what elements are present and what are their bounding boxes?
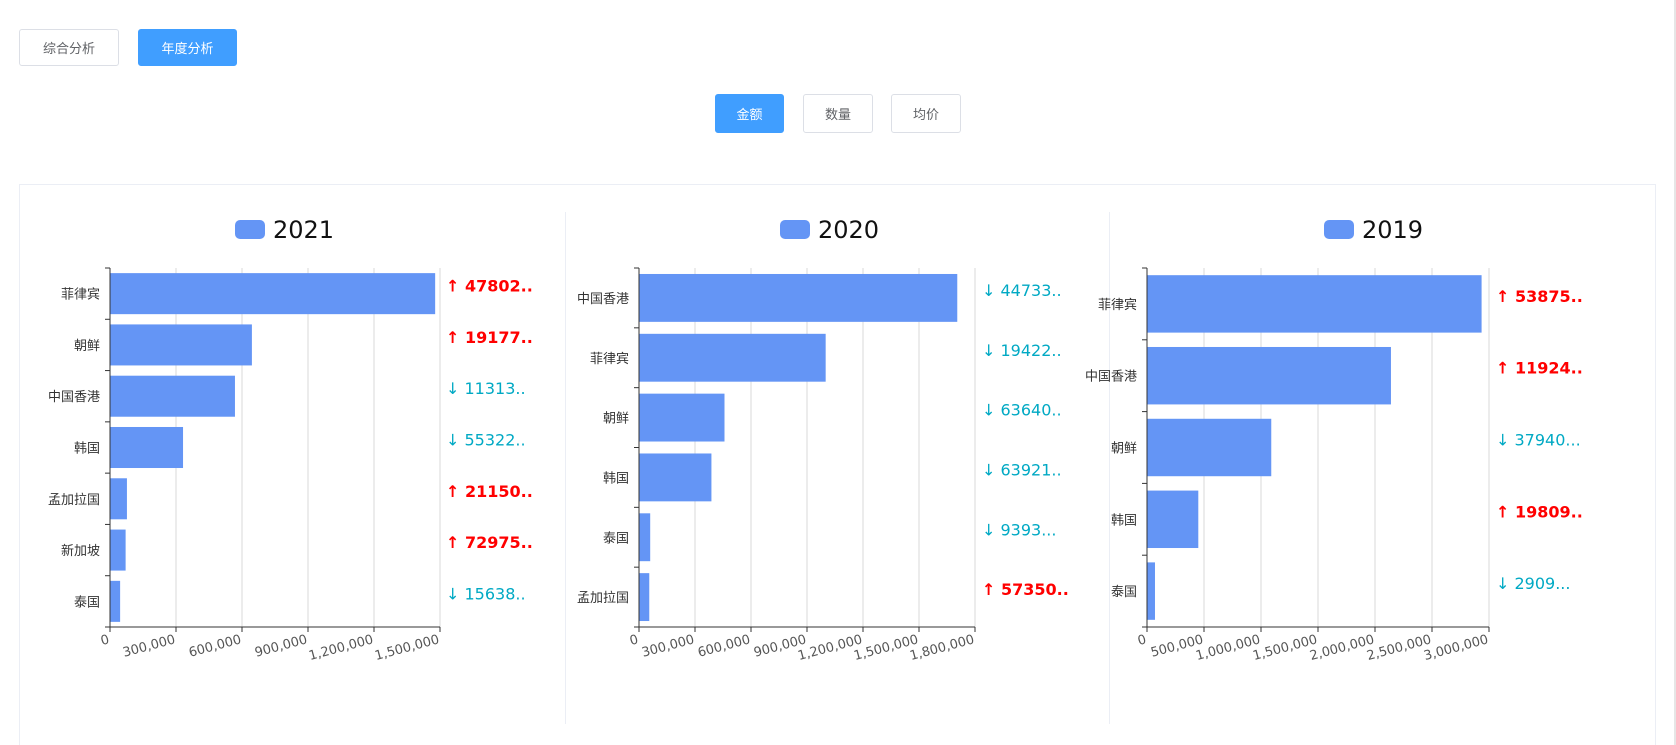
x-tick-label: 0	[628, 632, 640, 649]
tab-annual-analysis[interactable]: 年度分析	[138, 29, 237, 66]
change-annotation: ↑ 72975..	[446, 533, 533, 552]
change-annotation: ↑ 21150..	[446, 482, 533, 501]
x-tick-label: 600,000	[187, 632, 243, 660]
change-annotation: ↓ 19422..	[982, 341, 1062, 360]
bar	[639, 273, 958, 322]
bar-chart-2020: 2020 0 300,000 600,000 900,0001,200,0001,50…	[577, 216, 1069, 664]
legend-swatch	[1324, 220, 1354, 239]
change-annotation: ↓ 63921..	[982, 460, 1062, 479]
x-tick-label: 1,500,000	[373, 632, 441, 664]
change-annotation: ↓ 9393...	[982, 520, 1056, 539]
bar	[110, 375, 235, 417]
change-annotation: ↑ 53875..	[1496, 287, 1583, 306]
bar	[1147, 418, 1272, 477]
change-annotation: ↑ 19809..	[1496, 502, 1583, 521]
x-tick-label: 900,000	[253, 632, 309, 660]
x-tick-label: 300,000	[640, 632, 696, 660]
change-annotation: ↑ 19177..	[446, 328, 533, 347]
bar	[110, 478, 127, 520]
change-annotation: ↑ 57350..	[982, 580, 1069, 599]
category-label: 朝鲜	[1111, 442, 1137, 457]
bar-chart-2021: 2021 0 300,000 600,000 900,0001,200,0001,50…	[48, 216, 533, 664]
category-label: 朝鲜	[74, 339, 100, 354]
legend-label: 2019	[1362, 216, 1423, 244]
category-label: 朝鲜	[603, 412, 629, 427]
category-label: 孟加拉国	[48, 493, 100, 508]
category-label: 中国香港	[1085, 370, 1137, 385]
change-annotation: ↓ 44733..	[982, 281, 1062, 300]
bar	[110, 580, 121, 622]
bar	[1147, 346, 1391, 405]
tab-comprehensive-analysis[interactable]: 综合分析	[19, 29, 119, 66]
category-label: 泰国	[74, 595, 100, 610]
x-tick-label: 0	[99, 632, 111, 649]
x-tick-label: 1,500,000	[1251, 632, 1319, 664]
metric-quantity-button[interactable]: 数量	[803, 94, 873, 133]
change-annotation: ↑ 47802..	[446, 277, 533, 296]
bar	[110, 426, 184, 469]
category-label: 中国香港	[48, 390, 100, 405]
bar	[1147, 275, 1482, 333]
bar	[639, 333, 826, 382]
bar	[110, 324, 252, 366]
category-label: 中国香港	[577, 292, 629, 307]
change-annotation: ↓ 63640..	[982, 401, 1062, 420]
x-tick-label: 2,000,000	[1308, 632, 1376, 664]
x-tick-label: 300,000	[121, 632, 177, 660]
legend-label: 2020	[818, 216, 879, 244]
category-label: 孟加拉国	[577, 591, 629, 606]
change-annotation: ↓ 2909...	[1496, 574, 1570, 593]
bar	[1147, 490, 1199, 549]
category-label: 韩国	[603, 471, 629, 486]
metric-avg-price-button[interactable]: 均价	[891, 94, 961, 133]
change-annotation: ↑ 11924..	[1496, 359, 1583, 378]
legend-swatch	[235, 220, 265, 239]
category-label: 韩国	[74, 442, 100, 457]
category-label: 菲律宾	[61, 287, 100, 303]
legend-swatch	[780, 220, 810, 239]
category-label: 泰国	[603, 531, 629, 546]
x-tick-label: 0	[1136, 632, 1148, 649]
change-annotation: ↓ 11313..	[446, 379, 526, 398]
bar	[639, 513, 651, 562]
x-tick-label: 1,200,000	[307, 632, 375, 664]
category-label: 韩国	[1111, 513, 1137, 528]
bar	[639, 573, 650, 622]
change-annotation: ↓ 37940...	[1496, 431, 1581, 450]
category-label: 菲律宾	[1098, 297, 1137, 313]
x-tick-label: 2,500,000	[1365, 632, 1433, 664]
x-tick-label: 600,000	[696, 632, 752, 660]
category-label: 泰国	[1111, 585, 1137, 600]
bar	[639, 393, 725, 442]
change-annotation: ↓ 15638..	[446, 584, 526, 603]
x-tick-label: 1,800,000	[908, 632, 976, 664]
legend-label: 2021	[273, 216, 334, 244]
panel-divider	[565, 212, 566, 724]
category-label: 新加坡	[61, 543, 100, 559]
category-label: 菲律宾	[590, 351, 629, 367]
x-tick-label: 3,000,000	[1422, 632, 1490, 664]
bar	[110, 529, 126, 571]
panel-divider	[1109, 212, 1110, 724]
bar-chart-2019: 2019 0 500,0001,000,0001,500,0002,000,000…	[1085, 216, 1583, 664]
x-tick-label: 1,000,000	[1194, 632, 1262, 664]
bar	[110, 273, 436, 315]
change-annotation: ↓ 55322..	[446, 431, 526, 450]
bar	[1147, 562, 1155, 620]
metric-amount-button[interactable]: 金额	[715, 94, 784, 133]
bar	[639, 453, 712, 502]
